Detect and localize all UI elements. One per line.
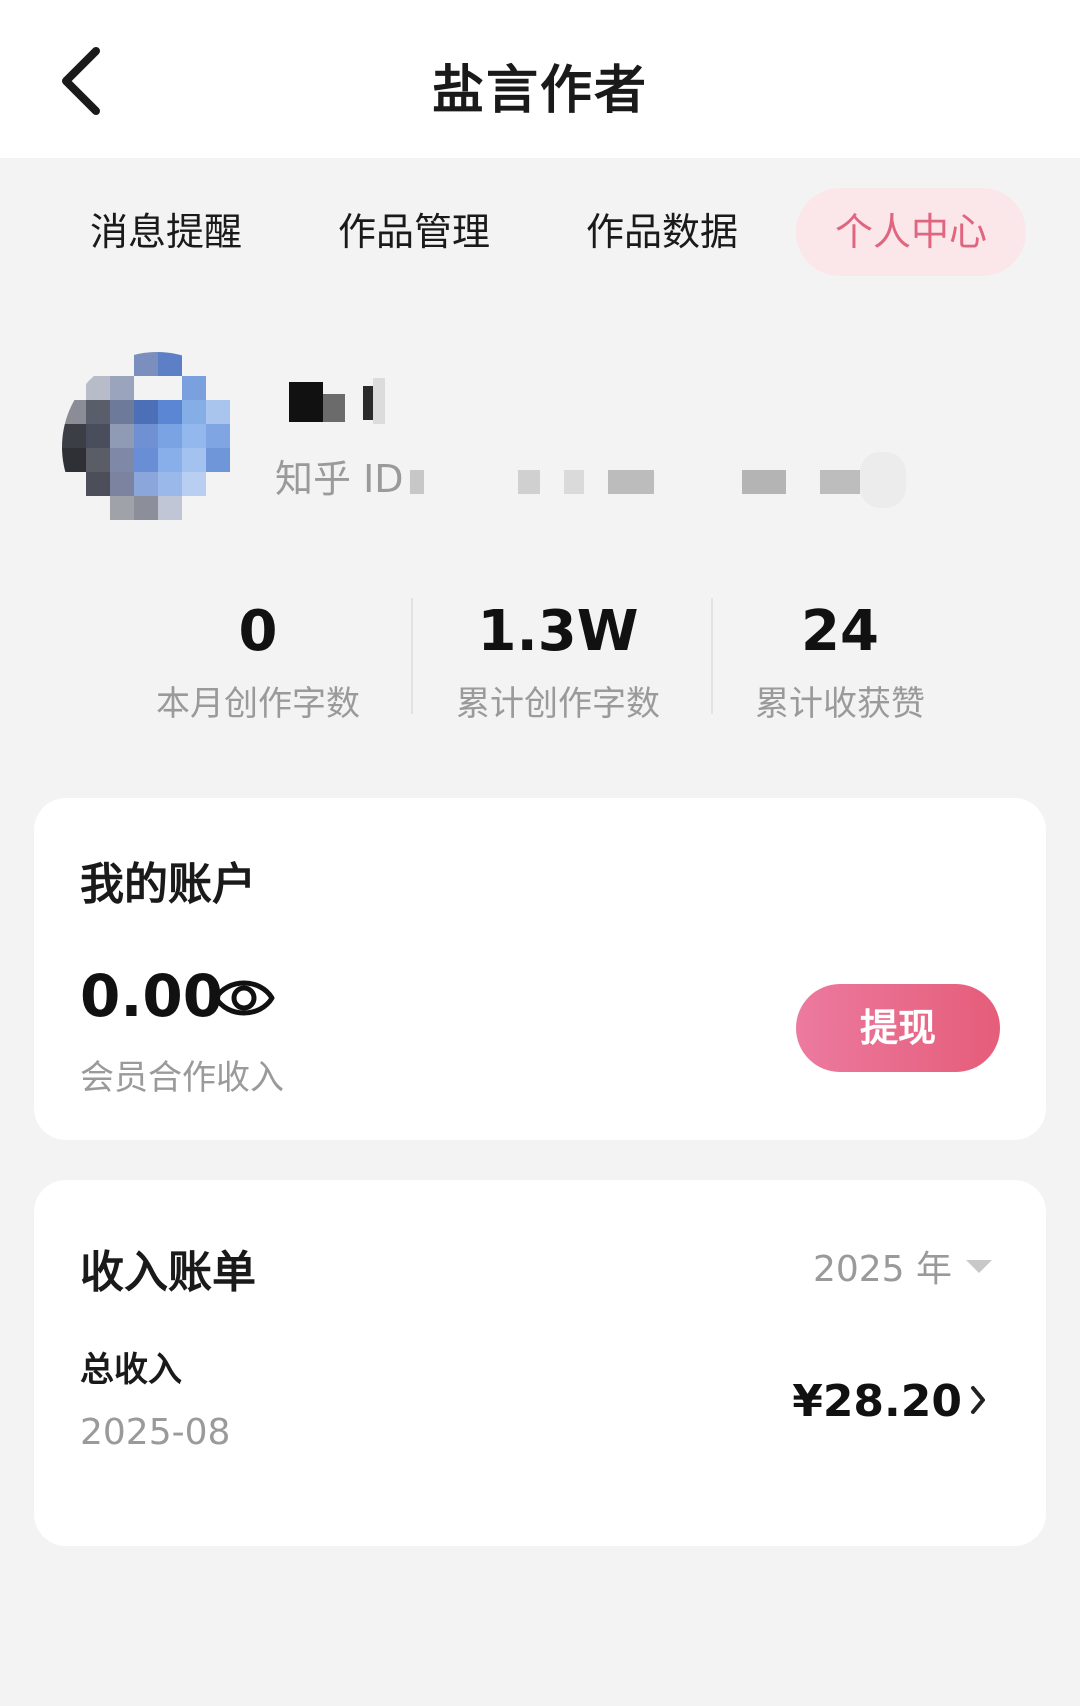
page-title: 盐言作者 <box>431 61 648 121</box>
income-row-label: 总收入 <box>80 1350 182 1390</box>
stat-label: 累计收获赞 <box>755 684 925 724</box>
user-id-mask <box>608 470 654 494</box>
user-id-mask <box>742 470 786 494</box>
user-id-label: 知乎 ID <box>275 457 404 501</box>
year-select-value: 2025 年 <box>812 1249 952 1290</box>
caret-down-icon <box>966 1259 992 1273</box>
tab-messages[interactable]: 消息提醒 <box>66 188 266 276</box>
username-masked <box>285 378 405 428</box>
user-id-mask <box>564 470 584 494</box>
toggle-balance-visibility-button[interactable] <box>212 966 276 1030</box>
income-row-date: 2025-08 <box>80 1412 231 1453</box>
tab-personal-center[interactable]: 个人中心 <box>796 188 1026 276</box>
chevron-right-icon <box>971 1386 985 1414</box>
tab-bar: 消息提醒 作品管理 作品数据 个人中心 <box>0 188 1080 276</box>
avatar[interactable] <box>62 352 252 542</box>
stat-total-likes: 24 累计收获赞 <box>700 592 980 725</box>
income-row-amount: ¥28.20 <box>792 1376 962 1427</box>
year-select[interactable]: 2025 年 <box>813 1240 992 1292</box>
stat-label: 累计创作字数 <box>456 684 660 724</box>
tab-works-management[interactable]: 作品管理 <box>314 188 514 276</box>
user-id-mask <box>410 470 424 494</box>
app-header: 盐言作者 <box>0 0 1080 158</box>
income-bill-title: 收入账单 <box>80 1247 256 1298</box>
stat-value: 24 <box>801 599 879 664</box>
user-id-mask <box>518 470 540 494</box>
user-id-mask <box>860 452 906 508</box>
stat-divider <box>411 598 413 714</box>
stat-label: 本月创作字数 <box>156 684 360 724</box>
income-bill-card: 收入账单 2025 年 总收入 2025-08 ¥28.20 <box>34 1180 1046 1546</box>
balance-value: 0.00 <box>80 962 224 1030</box>
eye-icon <box>213 980 275 1016</box>
account-title: 我的账户 <box>80 859 256 910</box>
balance-label: 会员合作收入 <box>80 1058 284 1098</box>
user-id-mask <box>820 470 860 494</box>
stat-value: 1.3W <box>477 599 639 664</box>
stat-total-words: 1.3W 累计创作字数 <box>418 592 698 725</box>
stat-monthly-words: 0 本月创作字数 <box>118 592 398 725</box>
tab-works-data[interactable]: 作品数据 <box>562 188 762 276</box>
account-card: 我的账户 0.00 会员合作收入 提现 <box>34 798 1046 1140</box>
stat-value: 0 <box>238 599 278 664</box>
withdraw-button[interactable]: 提现 <box>796 984 1000 1072</box>
